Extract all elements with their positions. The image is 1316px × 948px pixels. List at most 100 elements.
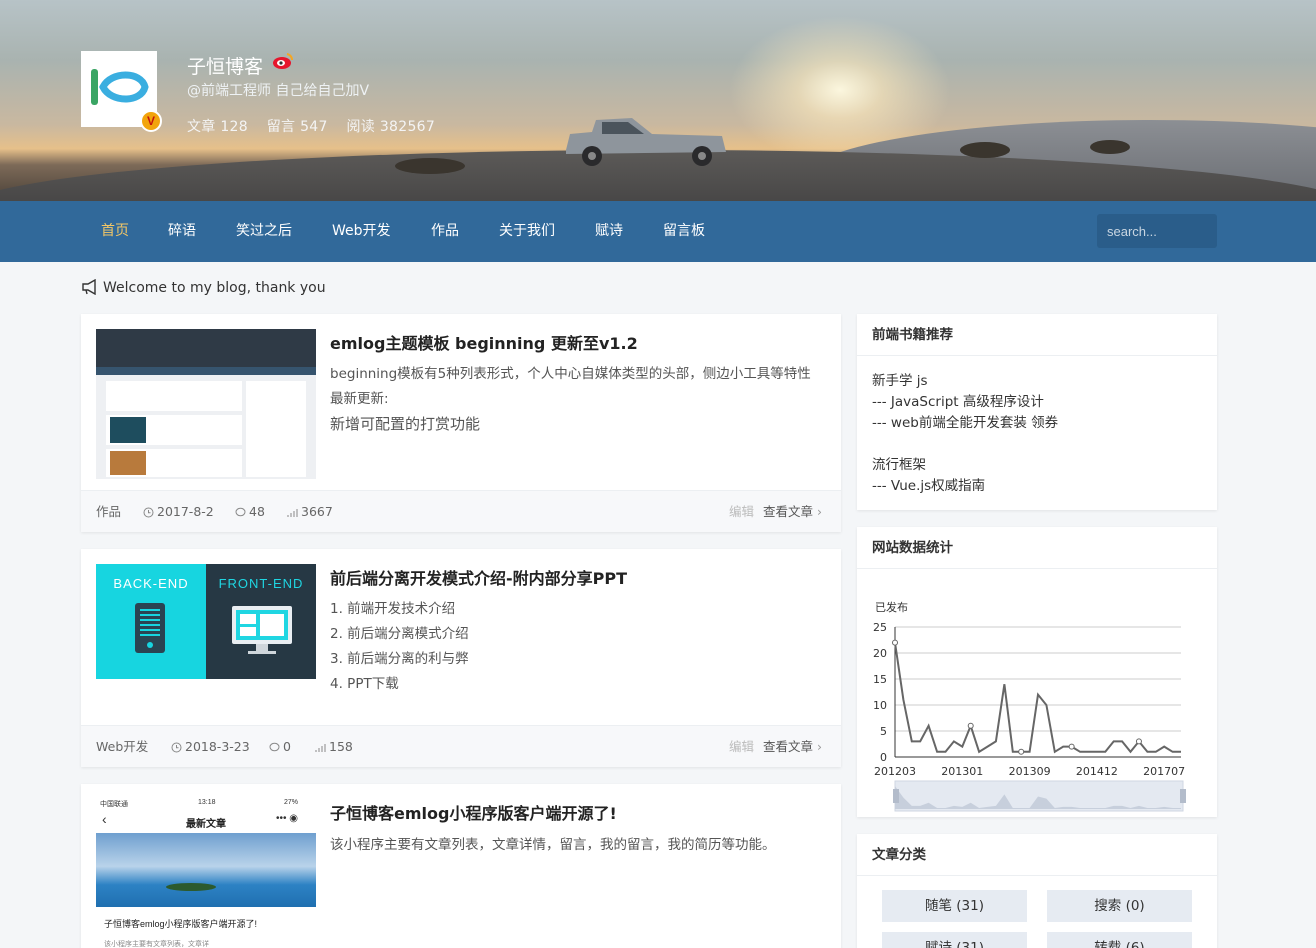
banner-bush xyxy=(1090,140,1130,154)
excerpt-line: 最新更新: xyxy=(330,391,389,407)
chart-ytick-label: 15 xyxy=(873,673,887,686)
category-button[interactable]: 赋诗 (31) xyxy=(882,932,1027,948)
chart-zoom-slider[interactable] xyxy=(893,780,1186,812)
clock-icon xyxy=(171,742,182,753)
read-more-link[interactable]: 查看文章 › xyxy=(763,726,822,768)
verified-badge: V xyxy=(140,110,162,132)
post-category[interactable]: 作品 xyxy=(96,491,121,533)
stats-widget: 网站数据统计 已发布 0 5 10 15 20 25 201203 201301 201309… xyxy=(857,527,1217,817)
megaphone-icon xyxy=(82,278,96,296)
post-comments[interactable]: 48 xyxy=(235,491,265,533)
chart-ytick-label: 25 xyxy=(873,621,887,634)
comment-icon xyxy=(235,507,246,517)
slider-handle-left xyxy=(893,789,899,803)
banner-bush xyxy=(395,158,465,174)
category-button[interactable]: 随笔 (31) xyxy=(882,890,1027,922)
phone-battery: 27% xyxy=(284,799,299,806)
books-list: 新手学 js --- JavaScript 高级程序设计 --- web前端全能… xyxy=(857,356,1217,512)
nav-item-home[interactable]: 首页 xyxy=(101,201,129,262)
edit-link[interactable]: 编辑 xyxy=(729,491,754,533)
search-input[interactable] xyxy=(1097,214,1217,248)
excerpt-line: 4. PPT下载 xyxy=(330,676,399,692)
nav-item-about[interactable]: 关于我们 xyxy=(499,201,555,262)
chart-ytick-label: 5 xyxy=(880,725,887,738)
chart-ytick-label: 20 xyxy=(873,647,887,660)
excerpt-line: 1. 前端开发技术介绍 xyxy=(330,601,456,617)
stats-chart: 已发布 0 5 10 15 20 25 201203 201301 201309 201412 2… xyxy=(873,600,1186,812)
post-category[interactable]: Web开发 xyxy=(96,726,148,768)
post-card: BACK-END FRONT-END 前后端分离开发模式介绍-附内部分享PPT … xyxy=(81,549,841,767)
book-line[interactable]: --- web前端全能开发套装 领券 xyxy=(872,413,1202,434)
edit-link[interactable]: 编辑 xyxy=(729,726,754,768)
post-views: 3667 xyxy=(287,491,333,533)
post-card: 中国联通 13:18 27% ‹ 最新文章 ••• ◉ 子恒博客emlog小程序… xyxy=(81,784,841,948)
post-date: 2018-3-23 xyxy=(171,726,250,768)
nav-item-works[interactable]: 作品 xyxy=(431,201,459,262)
comment-icon xyxy=(269,742,280,752)
post-title[interactable]: emlog主题模板 beginning 更新至v1.2 xyxy=(330,330,638,354)
book-line: 新手学 js xyxy=(872,373,928,389)
widget-title: 前端书籍推荐 xyxy=(857,314,1217,356)
post-excerpt: beginning模板有5种列表形式，个人中心自媒体类型的头部，侧边小工具等特性… xyxy=(330,362,825,437)
chart-series-line xyxy=(894,642,1181,754)
widget-title: 文章分类 xyxy=(857,834,1217,876)
post-title[interactable]: 子恒博客emlog小程序版客户端开源了! xyxy=(330,800,617,824)
post-comments[interactable]: 0 xyxy=(269,726,291,768)
post-title[interactable]: 前后端分离开发模式介绍-附内部分享PPT xyxy=(330,565,627,589)
categories-widget: 文章分类 随笔 (31) 搜索 (0) 赋诗 (31) 转载 (6) xyxy=(857,834,1217,948)
book-line: 流行框架 xyxy=(872,457,926,473)
post-footer: 作品 2017-8-2 48 3667 编辑 查看文章 › xyxy=(81,490,841,532)
backend-label: BACK-END xyxy=(113,576,189,591)
chart-point xyxy=(892,639,898,646)
nav-item-guestbook[interactable]: 留言板 xyxy=(663,201,705,262)
chart-point xyxy=(1068,743,1075,750)
chart-point xyxy=(1018,748,1025,755)
chart-point xyxy=(967,722,974,729)
read-count: 阅读 382567 xyxy=(346,119,436,135)
header-banner: V 子恒博客 @前端工程师 自己给自己加V 文章 128 留言 547 阅读 3… xyxy=(0,0,1316,201)
post-thumbnail[interactable] xyxy=(96,329,316,479)
comment-count: 留言 547 xyxy=(266,119,328,135)
excerpt-line: 2. 前后端分离模式介绍 xyxy=(330,626,469,642)
chart-xtick-label: 201412 xyxy=(1076,765,1118,778)
signal-icon xyxy=(287,509,298,517)
phone-carrier: 中国联通 xyxy=(100,801,128,808)
chart-point xyxy=(1135,738,1142,745)
category-button[interactable]: 搜索 (0) xyxy=(1047,890,1192,922)
post-date: 2017-8-2 xyxy=(143,491,214,533)
nav-item-notes[interactable]: 碎语 xyxy=(168,201,196,262)
nav-item-jokes[interactable]: 笑过之后 xyxy=(236,201,292,262)
book-line[interactable]: --- Vue.js权威指南 xyxy=(872,476,1202,497)
main-nav: 首页 碎语 笑过之后 Web开发 作品 关于我们 赋诗 留言板 xyxy=(0,201,1316,262)
nav-item-webdev[interactable]: Web开发 xyxy=(332,201,391,262)
chart-xtick-label: 201309 xyxy=(1009,765,1051,778)
phone-caption: 子恒博客emlog小程序版客户端开源了! xyxy=(104,919,258,929)
slider-handle-right xyxy=(1180,789,1186,803)
weibo-icon[interactable] xyxy=(272,52,294,70)
chart-ylabel: 已发布 xyxy=(875,600,908,614)
post-thumbnail[interactable]: 中国联通 13:18 27% ‹ 最新文章 ••• ◉ 子恒博客emlog小程序… xyxy=(96,799,316,948)
book-line[interactable]: --- JavaScript 高级程序设计 xyxy=(872,392,1202,413)
post-card: emlog主题模板 beginning 更新至v1.2 beginning模板有… xyxy=(81,314,841,532)
site-title[interactable]: 子恒博客 xyxy=(187,52,263,79)
signal-icon xyxy=(315,744,326,752)
excerpt-line: 该小程序主要有文章列表，文章详情，留言，我的留言，我的简历等功能。 xyxy=(330,837,776,853)
welcome-text: Welcome to my blog, thank you xyxy=(103,280,326,296)
site-stats: 文章 128 留言 547 阅读 382567 xyxy=(187,116,449,136)
chevron-right-icon: › xyxy=(817,739,822,754)
phone-time: 13:18 xyxy=(198,799,216,806)
frontend-label: FRONT-END xyxy=(218,576,304,591)
read-more-link[interactable]: 查看文章 › xyxy=(763,491,822,533)
chart-ytick-label: 10 xyxy=(873,699,887,712)
books-widget: 前端书籍推荐 新手学 js --- JavaScript 高级程序设计 --- … xyxy=(857,314,1217,510)
post-excerpt: 1. 前端开发技术介绍 2. 前后端分离模式介绍 3. 前后端分离的利与弊 4.… xyxy=(330,597,825,697)
chevron-right-icon: › xyxy=(817,504,822,519)
article-count: 文章 128 xyxy=(187,119,248,135)
post-views: 158 xyxy=(315,726,353,768)
logo-icon xyxy=(91,69,149,105)
nav-item-poems[interactable]: 赋诗 xyxy=(595,201,623,262)
welcome-bar: Welcome to my blog, thank you xyxy=(81,278,326,296)
category-button[interactable]: 转载 (6) xyxy=(1047,932,1192,948)
excerpt-line: beginning模板有5种列表形式，个人中心自媒体类型的头部，侧边小工具等特性 xyxy=(330,366,811,382)
post-thumbnail[interactable]: BACK-END FRONT-END xyxy=(96,564,316,714)
